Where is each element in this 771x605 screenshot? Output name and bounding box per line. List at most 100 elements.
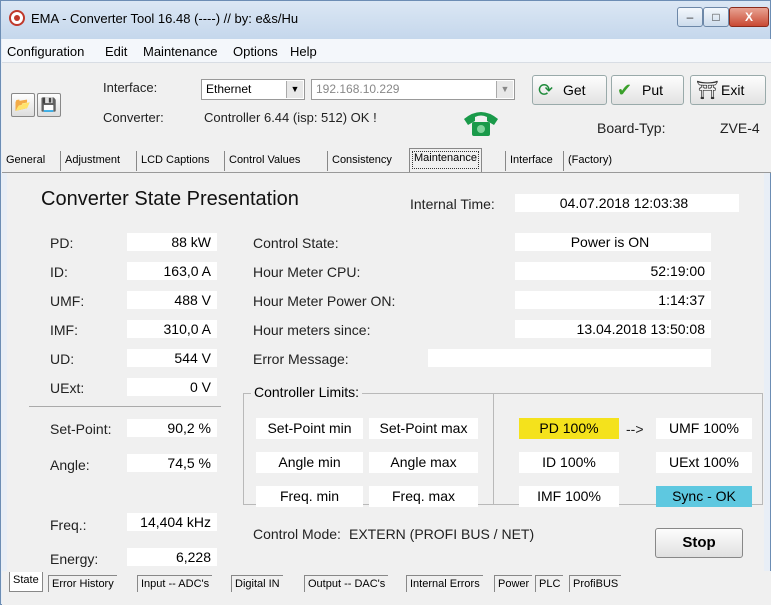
menu-configuration[interactable]: Configuration [7, 44, 84, 59]
refresh-icon: ⟳ [538, 80, 554, 100]
angle-min-indicator: Angle min [256, 452, 363, 473]
ip-address-select[interactable]: 192.168.10.229 ▼ [311, 79, 515, 100]
uext-label: UExt: [50, 380, 85, 396]
tab-plc[interactable]: PLC [535, 575, 564, 592]
put-button[interactable]: ✔ Put [611, 75, 684, 105]
umf-value: 488 V [127, 291, 217, 309]
board-type-label: Board-Typ: [597, 120, 666, 136]
imf-limit-indicator: IMF 100% [519, 486, 619, 507]
control-mode-label: Control Mode: [253, 526, 341, 542]
chevron-down-icon[interactable]: ▼ [286, 81, 303, 98]
converter-status: Controller 6.44 (isp: 512) OK ! [204, 110, 377, 125]
minimize-button[interactable]: – [677, 7, 703, 27]
menu-help[interactable]: Help [290, 44, 317, 59]
hour-meter-cpu-label: Hour Meter CPU: [253, 264, 361, 280]
tab-factory[interactable]: (Factory) [563, 151, 616, 171]
angle-label: Angle: [50, 457, 90, 473]
title-bar: EMA - Converter Tool 16.48 (----) // by:… [1, 1, 770, 39]
tab-consistency[interactable]: Consistency [327, 151, 396, 171]
menu-edit[interactable]: Edit [105, 44, 127, 59]
tab-error-history[interactable]: Error History [48, 575, 117, 592]
stop-button[interactable]: Stop [655, 528, 743, 558]
imf-label: IMF: [50, 322, 78, 338]
tab-profibus[interactable]: ProfiBUS [569, 575, 622, 592]
window-title: EMA - Converter Tool 16.48 (----) // by:… [31, 11, 299, 26]
setpoint-label: Set-Point: [50, 421, 112, 437]
hour-meter-power-label: Hour Meter Power ON: [253, 293, 396, 309]
ud-value: 544 V [127, 349, 217, 367]
freq-max-indicator: Freq. max [369, 486, 478, 507]
tab-control-values[interactable]: Control Values [224, 151, 304, 171]
chevron-down-icon[interactable]: ▼ [496, 81, 513, 98]
internal-time-value: 04.07.2018 12:03:38 [515, 194, 739, 212]
sync-status-indicator: Sync - OK [656, 486, 752, 507]
hour-meter-cpu-value: 52:19:00 [515, 262, 711, 280]
checkmark-icon: ✔ [617, 80, 633, 100]
tab-internal-errors[interactable]: Internal Errors [406, 575, 483, 592]
phone-icon [461, 105, 501, 139]
interface-label: Interface: [103, 80, 158, 95]
menu-options[interactable]: Options [233, 44, 278, 59]
control-mode-value: EXTERN (PROFI BUS / NET) [349, 526, 535, 542]
id-label: ID: [50, 264, 68, 280]
divider [493, 393, 494, 505]
interface-value: Ethernet [206, 82, 252, 96]
id-value: 163,0 A [127, 262, 217, 280]
tab-power[interactable]: Power [494, 575, 533, 592]
bottom-tab-bar: State Error History Input -- ADC's Digit… [2, 571, 771, 605]
umf-label: UMF: [50, 293, 85, 309]
tab-state[interactable]: State [9, 572, 43, 592]
close-button[interactable]: X [729, 7, 769, 27]
get-button[interactable]: ⟳ Get [532, 75, 607, 105]
arrow-right-icon: --> [626, 421, 644, 437]
id-limit-indicator: ID 100% [519, 452, 619, 473]
controller-limits-label: Controller Limits: [251, 384, 363, 400]
page-title: Converter State Presentation [41, 188, 299, 210]
menu-bar: Configuration Edit Maintenance Options H… [2, 39, 771, 63]
application-window: EMA - Converter Tool 16.48 (----) // by:… [0, 0, 771, 605]
put-button-label: Put [642, 82, 664, 98]
freq-min-indicator: Freq. min [256, 486, 363, 507]
tab-digital-in[interactable]: Digital IN [231, 575, 283, 592]
energy-value: 6,228 [127, 548, 217, 566]
tab-maintenance[interactable]: Maintenance [409, 148, 482, 172]
state-panel: Converter State Presentation Internal Ti… [7, 173, 764, 571]
maximize-button[interactable]: □ [703, 7, 729, 27]
hour-meters-since-label: Hour meters since: [253, 322, 371, 338]
app-logo-icon [9, 10, 25, 26]
converter-label: Converter: [103, 110, 164, 125]
interface-select[interactable]: Ethernet ▼ [201, 79, 305, 100]
setpoint-value: 90,2 % [127, 419, 217, 437]
tab-general[interactable]: General [2, 151, 49, 171]
angle-value: 74,5 % [127, 454, 217, 472]
umf-limit-indicator: UMF 100% [656, 418, 752, 439]
tab-lcd-captions[interactable]: LCD Captions [136, 151, 213, 171]
board-type-value: ZVE-4 [720, 120, 760, 136]
freq-label: Freq.: [50, 517, 87, 533]
control-state-label: Control State: [253, 235, 339, 251]
get-button-label: Get [563, 82, 586, 98]
uext-value: 0 V [127, 378, 217, 396]
pd-limit-indicator: PD 100% [519, 418, 619, 439]
ip-address-value: 192.168.10.229 [316, 82, 400, 96]
pd-value: 88 kW [127, 233, 217, 251]
energy-label: Energy: [50, 551, 99, 567]
internal-time-label: Internal Time: [410, 196, 495, 212]
divider [29, 406, 221, 407]
menu-maintenance[interactable]: Maintenance [143, 44, 217, 59]
tab-interface[interactable]: Interface [505, 151, 557, 171]
tab-adjustment[interactable]: Adjustment [60, 151, 124, 171]
tab-input-adcs[interactable]: Input -- ADC's [137, 575, 213, 592]
exit-button[interactable]: ⛩ Exit [690, 75, 766, 105]
open-folder-icon[interactable]: 📂 [11, 93, 35, 117]
setpoint-max-indicator: Set-Point max [369, 418, 478, 439]
exit-door-icon: ⛩ [696, 80, 719, 100]
error-message-value [428, 349, 711, 367]
uext-limit-indicator: UExt 100% [656, 452, 752, 473]
angle-max-indicator: Angle max [369, 452, 478, 473]
save-icon[interactable]: 💾 [37, 93, 61, 117]
tab-output-dacs[interactable]: Output -- DAC's [304, 575, 389, 592]
imf-value: 310,0 A [127, 320, 217, 338]
hour-meter-power-value: 1:14:37 [515, 291, 711, 309]
ud-label: UD: [50, 351, 75, 367]
